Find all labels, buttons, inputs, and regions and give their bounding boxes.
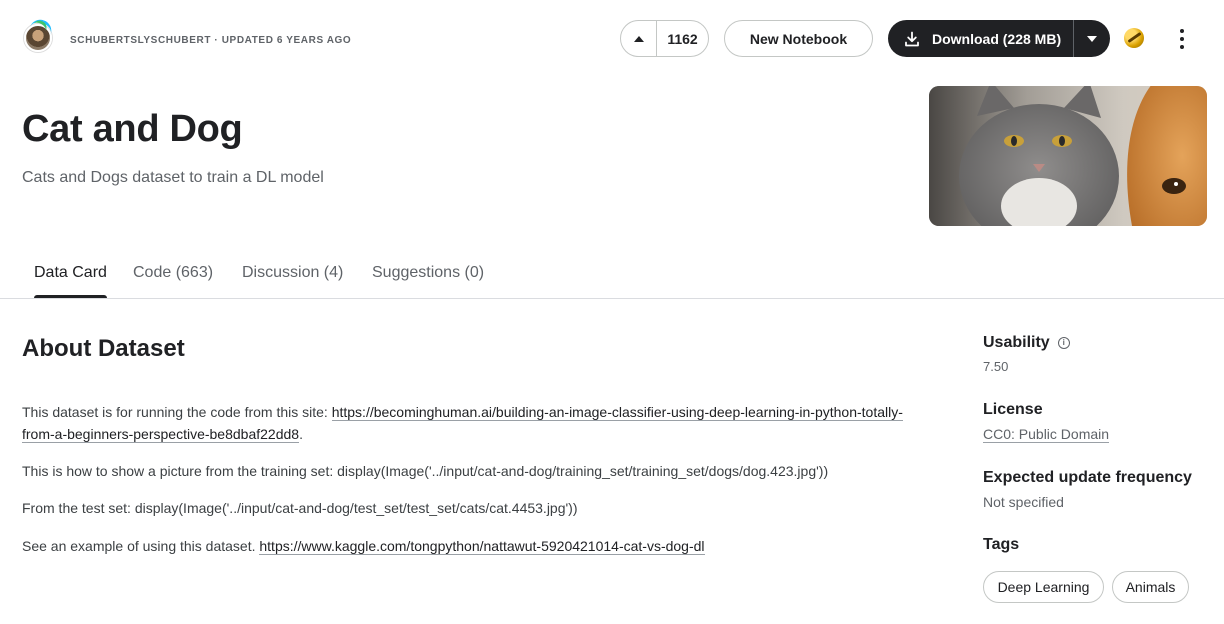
more-vert-icon[interactable]	[1170, 26, 1194, 52]
usability-value: 7.50	[983, 359, 1009, 374]
download-button[interactable]: Download (228 MB)	[888, 20, 1074, 57]
about-paragraph-4: See an example of using this dataset. ht…	[22, 535, 932, 557]
user-tier-badge[interactable]	[1124, 28, 1144, 48]
vote-count[interactable]: 1162	[657, 31, 708, 47]
top-bar: SCHUBERTSLYSCHUBERT · UPDATED 6 YEARS AG…	[0, 0, 1224, 78]
dataset-subtitle: Cats and Dogs dataset to train a DL mode…	[22, 169, 324, 186]
update-frequency-value: Not specified	[983, 494, 1064, 510]
download-options-button[interactable]	[1074, 20, 1110, 57]
license-link[interactable]: CC0: Public Domain	[983, 426, 1110, 443]
dataset-title: Cat and Dog	[22, 108, 243, 150]
kaggle-notebook-link[interactable]: https://www.kaggle.com/tongpython/nattaw…	[259, 538, 705, 555]
about-paragraph-2: This is how to show a picture from the t…	[22, 463, 829, 479]
license-value: CC0: Public Domain	[983, 426, 1110, 443]
about-p1-end: .	[299, 426, 303, 442]
new-notebook-button[interactable]: New Notebook	[724, 20, 873, 57]
tags-label: Tags	[983, 536, 1020, 553]
usability-label-text: Usability	[983, 334, 1050, 351]
tag-animals[interactable]: Animals	[1112, 571, 1189, 603]
usability-label: Usability i	[983, 334, 1070, 352]
about-paragraph-3: From the test set: display(Image('../inp…	[22, 500, 578, 516]
download-label: Download (228 MB)	[932, 30, 1062, 47]
download-split-button: Download (228 MB)	[888, 20, 1110, 57]
dataset-tabs: Data Card Code (663) Discussion (4) Sugg…	[0, 256, 1224, 299]
tab-suggestions[interactable]: Suggestions (0)	[372, 264, 484, 297]
caret-down-icon	[1087, 35, 1097, 42]
owner-meta[interactable]: SCHUBERTSLYSCHUBERT · UPDATED 6 YEARS AG…	[70, 35, 351, 46]
upvote-control: 1162	[620, 20, 709, 57]
about-paragraph-1: This dataset is for running the code fro…	[22, 401, 932, 445]
tag-deep-learning[interactable]: Deep Learning	[983, 571, 1104, 603]
about-p4-text: See an example of using this dataset.	[22, 538, 260, 554]
info-icon[interactable]: i	[1057, 337, 1070, 349]
chevron-up-icon	[633, 35, 644, 42]
dataset-cover-image	[929, 86, 1207, 226]
about-dataset-heading: About Dataset	[22, 335, 185, 362]
about-p1-text: This dataset is for running the code fro…	[22, 404, 332, 420]
update-frequency-label: Expected update frequency	[983, 469, 1192, 486]
tab-discussion[interactable]: Discussion (4)	[242, 264, 343, 297]
download-icon	[905, 31, 919, 46]
license-label: License	[983, 401, 1043, 418]
tab-code[interactable]: Code (663)	[133, 264, 213, 297]
cover-illustration	[929, 86, 1207, 226]
upvote-button[interactable]	[621, 21, 657, 56]
tab-data-card[interactable]: Data Card	[34, 264, 107, 298]
